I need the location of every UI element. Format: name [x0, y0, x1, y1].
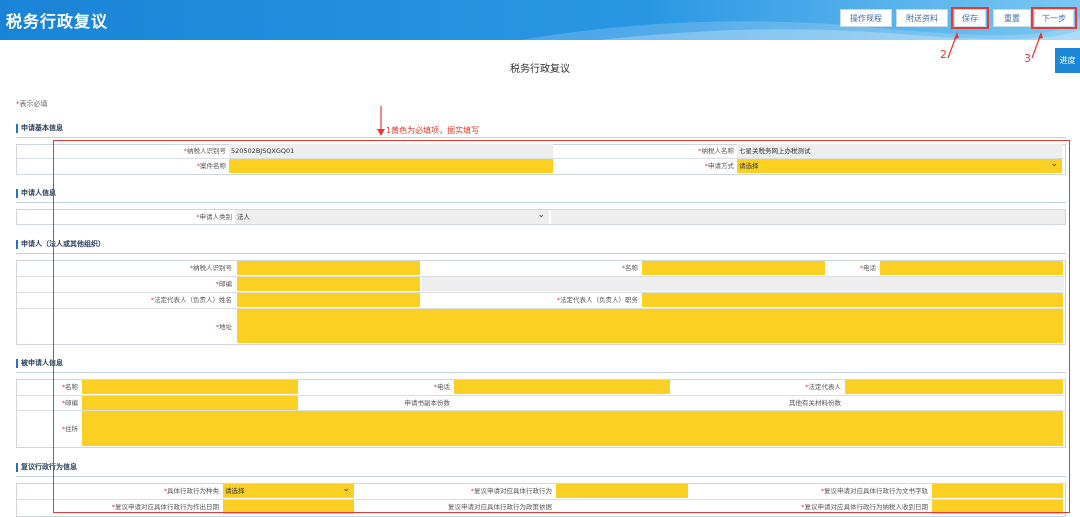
attach-materials-button[interactable]: 附送资料 — [896, 9, 948, 27]
app-title: 税务行政复议 — [6, 12, 109, 31]
required-note-text: 表示必填 — [19, 100, 48, 108]
next-button[interactable]: 下一步 — [1034, 9, 1074, 27]
page-title: 税务行政复议 — [510, 64, 570, 75]
section-divider — [16, 137, 1066, 138]
operation-guide-button[interactable]: 操作规程 — [840, 9, 892, 27]
required-note: *表示必填 — [16, 99, 48, 109]
annotation-1: 1黄色为必填项，据实填写 — [386, 126, 480, 135]
reset-button[interactable]: 重置 — [993, 9, 1031, 27]
section-basic-title: 申请基本信息 — [16, 124, 63, 133]
save-button[interactable]: 保存 — [954, 9, 986, 27]
required-fields-highlight — [53, 140, 1070, 513]
section-applicant-info-title: 申请人信息 — [16, 189, 56, 198]
